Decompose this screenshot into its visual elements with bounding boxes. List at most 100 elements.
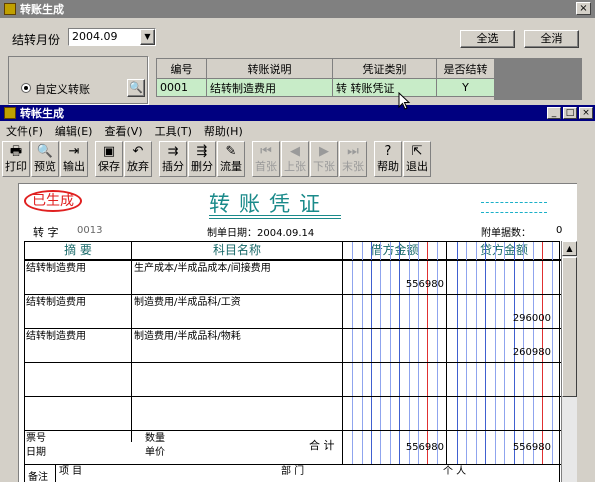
scroll-up-icon[interactable]: ▲ [562, 241, 577, 256]
vertical-scrollbar[interactable]: ▲ [561, 241, 577, 482]
menu-help[interactable]: 帮助(H) [198, 123, 249, 139]
toolbar: 🖶 打印 🔍 预览 ⇥ 输出 ▣ 保存 ↶ 放弃 ⇉ 插分 ⇶ 删分 ✎ 流量 ⏮ 首张 ◀ 上张 ▶ 下张 ⏭ 末张? 帮助 ⇱… [2, 141, 432, 179]
preview-icon: 🔍 [36, 144, 54, 159]
generated-stamp: 已生成 [24, 190, 82, 212]
toolbar-label: 输出 [63, 160, 85, 173]
toolbar-button-preview[interactable]: 🔍 预览 [31, 141, 59, 177]
menu-tools[interactable]: 工具(T) [149, 123, 198, 139]
title-underline [209, 218, 341, 219]
date-label: 日期 [26, 447, 46, 458]
toolbar-label: 打印 [5, 160, 27, 173]
col-header-description[interactable]: 转账说明 [206, 58, 333, 79]
toolbar-label: 放弃 [127, 160, 149, 173]
toolbar-button-delete-row[interactable]: ⇶ 删分 [188, 141, 216, 177]
toolbar-button-first[interactable]: ⏮ 首张 [252, 141, 280, 177]
toolbar-button-printer[interactable]: 🖶 打印 [2, 141, 30, 177]
custom-transfer-radio[interactable] [21, 83, 31, 93]
minimize-icon[interactable]: _ [547, 107, 561, 119]
cell-carry-over[interactable]: Y [436, 78, 495, 97]
dashed-line [481, 212, 547, 213]
mouse-cursor-icon [398, 92, 411, 110]
table-row[interactable]: 0001 结转制造费用 转 转账凭证 Y [156, 78, 495, 97]
toolbar-button-last[interactable]: ⏭ 末张 [339, 141, 367, 177]
scroll-thumb[interactable] [562, 257, 577, 397]
toolbar-button-help[interactable]: ? 帮助 [374, 141, 402, 177]
row-account[interactable]: 生产成本/半成品成本/间接费用 [134, 263, 271, 275]
close-icon[interactable]: × [579, 107, 593, 119]
save-icon: ▣ [102, 144, 116, 159]
voucher-sheet: 已生成 转账凭证 转 字 0013 制单日期：2004.09.14 附单据数： … [18, 183, 577, 482]
toolbar-label: 下张 [313, 160, 335, 173]
menu-file[interactable]: 文件(F) [0, 123, 49, 139]
row-line [25, 396, 561, 397]
row-line [25, 294, 561, 295]
menu-edit[interactable]: 编辑(E) [49, 123, 99, 139]
last-icon: ⏭ [347, 144, 359, 159]
undo-icon: ↶ [132, 144, 144, 159]
toolbar-label: 保存 [98, 160, 120, 173]
col-header-number[interactable]: 编号 [156, 58, 207, 79]
row-credit[interactable]: 260980 [447, 347, 551, 358]
row-account[interactable]: 制造费用/半成品科/物耗 [134, 331, 241, 343]
printer-icon: 🖶 [9, 144, 23, 159]
back-window-title: 转账生成 [20, 3, 64, 16]
help-icon: ? [384, 144, 392, 159]
back-window-titlebar[interactable]: 转账生成 [0, 0, 595, 18]
grid-empty-area [494, 58, 582, 100]
deselect-all-button[interactable]: 全消 [524, 30, 579, 48]
next-icon: ▶ [319, 144, 329, 159]
voucher-table: 摘 要 科目名称 借方金额 贷方金额 结转制造费用 生产成本/半成品成本/间接费… [24, 241, 561, 482]
attachment-count[interactable]: 0 [556, 225, 562, 236]
cell-description[interactable]: 结转制造费用 [206, 78, 333, 97]
row-summary[interactable]: 结转制造费用 [26, 331, 86, 343]
total-credit: 556980 [512, 442, 551, 453]
main-window-titlebar[interactable]: 转帐生成 [0, 105, 595, 121]
toolbar-button-prev[interactable]: ◀ 上张 [281, 141, 309, 177]
quantity-label: 数量 [145, 433, 165, 444]
row-debit[interactable]: 556980 [343, 279, 444, 290]
left-margin [0, 183, 18, 482]
attachment-label: 附单据数： [481, 228, 531, 239]
toolbar-button-insert-row[interactable]: ⇉ 插分 [159, 141, 187, 177]
col-separator [55, 464, 56, 482]
col-header-voucher-type[interactable]: 凭证类别 [332, 58, 437, 79]
row-summary[interactable]: 结转制造费用 [26, 263, 86, 275]
row-line [25, 260, 561, 261]
menu-bar: 文件(F) 编辑(E) 查看(V) 工具(T) 帮助(H) [0, 122, 249, 140]
select-all-button[interactable]: 全选 [460, 30, 515, 48]
voucher-date[interactable]: 制单日期：2004.09.14 [207, 224, 314, 239]
month-select[interactable]: 2004.09 ▼ [68, 28, 156, 46]
toolbar-button-exit[interactable]: ⇱ 退出 [403, 141, 431, 177]
header-account: 科目名称 [132, 242, 342, 260]
row-line [25, 430, 561, 431]
cell-voucher-type[interactable]: 转 转账凭证 [332, 78, 437, 97]
voucher-type-label: 转 字 [33, 226, 59, 239]
person-label: 个 人 [443, 466, 467, 477]
total-label: 合 计 [309, 439, 335, 452]
row-summary[interactable]: 结转制造费用 [26, 297, 86, 309]
toolbar-label: 末张 [342, 160, 364, 173]
toolbar-button-undo[interactable]: ↶ 放弃 [124, 141, 152, 177]
col-header-carry-over[interactable]: 是否结转 [436, 58, 495, 79]
toolbar-label: 上张 [284, 160, 306, 173]
toolbar-button-save[interactable]: ▣ 保存 [95, 141, 123, 177]
transfer-generate-window-back: 转账生成 × 结转月份 2004.09 ▼ 全选 全消 自定义转账 🔍 编号 转… [0, 0, 595, 105]
row-credit[interactable]: 296000 [447, 313, 551, 324]
menu-view[interactable]: 查看(V) [98, 123, 148, 139]
cell-number[interactable]: 0001 [156, 78, 207, 97]
toolbar-button-export[interactable]: ⇥ 输出 [60, 141, 88, 177]
search-icon[interactable]: 🔍 [127, 79, 145, 97]
first-icon: ⏮ [260, 144, 272, 159]
toolbar-button-flow[interactable]: ✎ 流量 [217, 141, 245, 177]
export-icon: ⇥ [68, 144, 80, 159]
row-line [25, 464, 561, 465]
toolbar-button-next[interactable]: ▶ 下张 [310, 141, 338, 177]
ticket-label: 票号 [26, 433, 46, 444]
chevron-down-icon[interactable]: ▼ [140, 29, 155, 45]
row-account[interactable]: 制造费用/半成品科/工资 [134, 297, 241, 309]
month-value: 2004.09 [72, 30, 118, 43]
close-icon[interactable]: × [576, 2, 591, 15]
maximize-icon[interactable]: □ [563, 107, 577, 119]
department-label: 部 门 [281, 466, 305, 477]
voucher-number[interactable]: 0013 [77, 225, 102, 236]
